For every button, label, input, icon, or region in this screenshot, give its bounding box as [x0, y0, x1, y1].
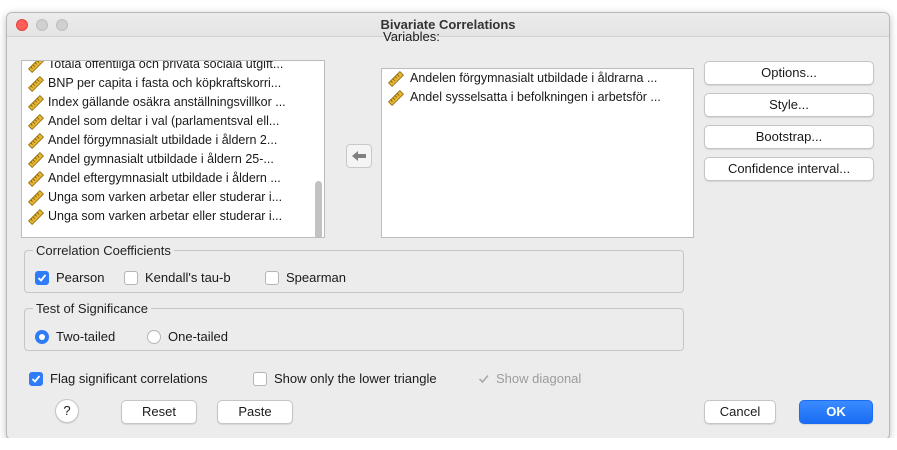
source-list-item[interactable]: Andel förgymnasialt utbildade i åldern 2…	[22, 131, 324, 150]
show-diagonal-option: Show diagonal	[477, 371, 581, 386]
spearman-checkbox[interactable]	[265, 270, 279, 285]
source-list-item-label: Unga som varken arbetar eller studerar i…	[48, 209, 283, 223]
move-variable-button[interactable]	[346, 144, 372, 168]
source-variable-list[interactable]: Totala offentliga och privata sociala ut…	[21, 60, 325, 238]
source-list-item[interactable]: Unga som varken arbetar eller studerar i…	[22, 207, 324, 226]
background-strip-top	[0, 0, 897, 12]
pearson-checkbox[interactable]	[35, 270, 49, 285]
scale-ruler-icon	[28, 133, 44, 149]
test-of-significance-legend: Test of Significance	[36, 301, 149, 316]
source-list-item[interactable]: BNP per capita i fasta och köpkraftskorr…	[22, 74, 324, 93]
scale-ruler-icon	[388, 90, 404, 106]
background-strip-bottom	[0, 438, 897, 450]
bootstrap-button[interactable]: Bootstrap...	[704, 125, 874, 149]
two-tailed-option[interactable]: Two-tailed	[35, 329, 115, 344]
source-list-item[interactable]: Andel som deltar i val (parlamentsval el…	[22, 112, 324, 131]
two-tailed-label: Two-tailed	[56, 329, 116, 344]
flag-significant-checkbox[interactable]	[29, 371, 43, 386]
variables-list[interactable]: Andelen förgymnasialt utbildade i åldrar…	[381, 68, 694, 238]
lower-triangle-checkbox[interactable]	[253, 371, 267, 386]
kendall-checkbox[interactable]	[124, 270, 138, 285]
test-of-significance-group: Test of Significance	[24, 301, 684, 351]
source-list-item[interactable]: Unga som varken arbetar eller studerar i…	[22, 188, 324, 207]
source-list-item-label: Unga som varken arbetar eller studerar i…	[48, 190, 283, 204]
source-list-item[interactable]: Totala offentliga och privata sociala ut…	[22, 60, 324, 74]
correlation-coefficients-legend: Correlation Coefficients	[36, 243, 171, 258]
spearman-option[interactable]: Spearman	[265, 270, 346, 285]
lower-triangle-label: Show only the lower triangle	[274, 371, 437, 386]
one-tailed-option[interactable]: One-tailed	[147, 329, 228, 344]
scale-ruler-icon	[28, 209, 44, 225]
scale-ruler-icon	[28, 114, 44, 130]
source-list-item-label: Andel eftergymnasialt utbildade i åldern…	[48, 171, 281, 185]
bivariate-correlations-dialog: Bivariate Correlations Totala offentliga…	[6, 12, 890, 440]
checkmark-icon	[478, 374, 489, 383]
scale-ruler-icon	[28, 61, 44, 73]
scale-ruler-icon	[388, 71, 404, 87]
variables-list-item[interactable]: Andel sysselsatta i befolkningen i arbet…	[382, 88, 693, 107]
scale-ruler-icon	[28, 95, 44, 111]
options-button[interactable]: Options...	[704, 61, 874, 85]
show-diagonal-label: Show diagonal	[496, 371, 582, 386]
kendall-option[interactable]: Kendall's tau-b	[124, 270, 231, 285]
variables-label: Variables:	[383, 29, 440, 44]
source-list-item-label: Index gällande osäkra anställningsvillko…	[48, 95, 286, 109]
source-list-scrollbar[interactable]	[315, 181, 322, 237]
one-tailed-label: One-tailed	[168, 329, 228, 344]
scale-ruler-icon	[28, 171, 44, 187]
help-button[interactable]: ?	[55, 399, 79, 423]
source-list-item[interactable]: Andel gymnasialt utbildade i åldern 25-.…	[22, 150, 324, 169]
window-title: Bivariate Correlations	[380, 17, 516, 32]
source-list-item-label: Andel gymnasialt utbildade i åldern 25-.…	[48, 152, 274, 166]
source-list-item[interactable]: Andel eftergymnasialt utbildade i åldern…	[22, 169, 324, 188]
flag-significant-option[interactable]: Flag significant correlations	[29, 371, 208, 386]
ok-button[interactable]: OK	[799, 400, 873, 424]
confidence-interval-button[interactable]: Confidence interval...	[704, 157, 874, 181]
source-list-item[interactable]: Index gällande osäkra anställningsvillko…	[22, 93, 324, 112]
title-bar: Bivariate Correlations	[7, 13, 889, 37]
scale-ruler-icon	[28, 190, 44, 206]
one-tailed-radio[interactable]	[147, 329, 161, 344]
correlation-coefficients-group: Correlation Coefficients	[24, 243, 684, 293]
source-list-item-label: Totala offentliga och privata sociala ut…	[48, 60, 284, 71]
variables-list-item-label: Andel sysselsatta i befolkningen i arbet…	[410, 90, 661, 104]
paste-button[interactable]: Paste	[217, 400, 293, 424]
source-list-item-label: BNP per capita i fasta och köpkraftskorr…	[48, 76, 282, 90]
checkmark-icon	[31, 374, 41, 383]
arrow-left-icon	[352, 151, 366, 161]
checkmark-icon	[37, 273, 47, 282]
two-tailed-radio[interactable]	[35, 329, 49, 344]
cancel-button[interactable]: Cancel	[704, 400, 776, 424]
source-list-item-label: Andel förgymnasialt utbildade i åldern 2…	[48, 133, 278, 147]
source-list-item-label: Andel som deltar i val (parlamentsval el…	[48, 114, 280, 128]
pearson-option[interactable]: Pearson	[35, 270, 104, 285]
variables-list-item[interactable]: Andelen förgymnasialt utbildade i åldrar…	[382, 69, 693, 88]
pearson-label: Pearson	[56, 270, 105, 285]
reset-button[interactable]: Reset	[121, 400, 197, 424]
kendall-label: Kendall's tau-b	[145, 270, 231, 285]
flag-significant-label: Flag significant correlations	[50, 371, 208, 386]
variables-list-item-label: Andelen förgymnasialt utbildade i åldrar…	[410, 71, 658, 85]
style-button[interactable]: Style...	[704, 93, 874, 117]
lower-triangle-option[interactable]: Show only the lower triangle	[253, 371, 437, 386]
spearman-label: Spearman	[286, 270, 346, 285]
scale-ruler-icon	[28, 76, 44, 92]
scale-ruler-icon	[28, 152, 44, 168]
